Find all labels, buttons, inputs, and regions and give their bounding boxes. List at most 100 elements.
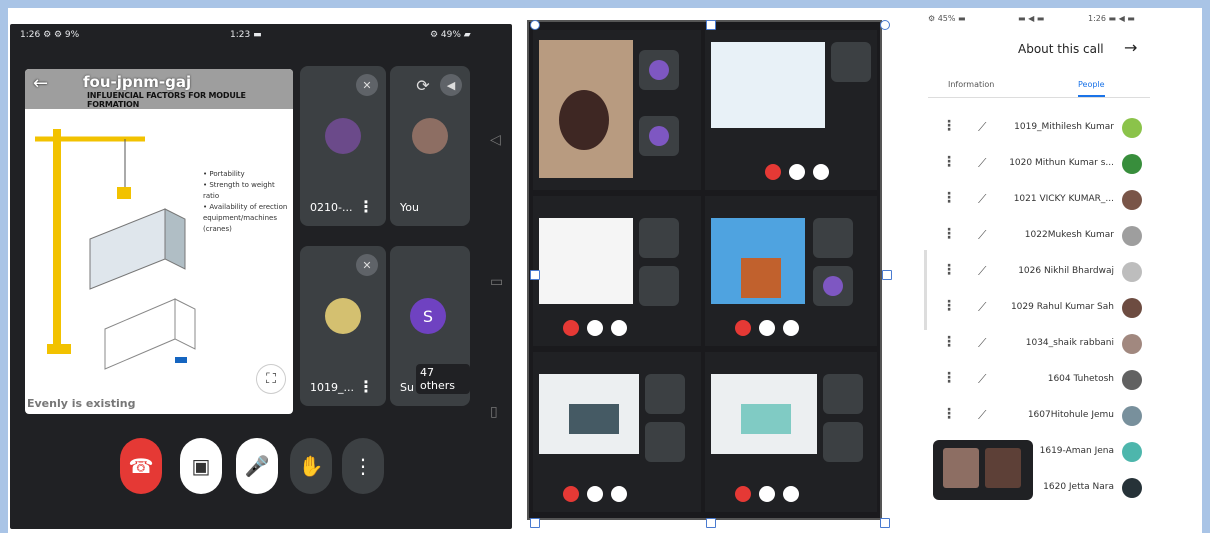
- mini-tile: [639, 50, 679, 90]
- more-options-icon[interactable]: ⋮: [358, 377, 374, 396]
- participant-row[interactable]: ⋮ ⟋ 1021 VICKY KUMAR_...: [928, 182, 1150, 218]
- nav-recent-icon[interactable]: ▯: [490, 404, 498, 420]
- mini-tile: [639, 218, 679, 258]
- participant-row[interactable]: ⋮ ⟋ 1019_Mithilesh Kumar: [928, 110, 1150, 146]
- more-options-icon[interactable]: ⋮: [942, 370, 956, 386]
- more-options-icon[interactable]: ⋮: [942, 226, 956, 242]
- participant-tile-you[interactable]: ⟳ ◀ You: [390, 66, 470, 226]
- presentation-slide[interactable]: ← fou-jpnm-gaj INFLUENCIAL FACTORS FOR M…: [25, 69, 293, 414]
- truck-graphic: [569, 404, 619, 434]
- participant-row[interactable]: ⋮ ⟋ 1034_shaik rabbani: [928, 326, 1150, 362]
- participant-row[interactable]: ⋮ ⟋ 1026 Nikhil Bhardwaj: [928, 254, 1150, 290]
- avatar: [1122, 478, 1142, 498]
- participant-name: 1029 Rahul Kumar Sah: [1010, 302, 1114, 312]
- avatar: [1122, 262, 1142, 282]
- more-options-icon[interactable]: ⋮: [358, 197, 374, 216]
- participant-name: 1034_shaik rabbani: [1025, 338, 1114, 348]
- resize-handle[interactable]: [530, 20, 540, 30]
- resize-handle[interactable]: [706, 518, 716, 528]
- slide-feed: [711, 374, 817, 454]
- resize-handle[interactable]: [880, 20, 890, 30]
- avatar: [1122, 190, 1142, 210]
- mic-off-icon: ✕: [356, 254, 378, 276]
- avatar: [1122, 406, 1142, 426]
- more-options-icon[interactable]: ⋮: [942, 334, 956, 350]
- resize-handle[interactable]: [530, 518, 540, 528]
- avatar: [1122, 370, 1142, 390]
- more-options-icon[interactable]: ⋮: [942, 298, 956, 314]
- nav-back-icon[interactable]: ◁: [490, 132, 501, 148]
- slide-bullets: • Portability • Strength to weight ratio…: [203, 169, 289, 235]
- participant-name: 1021 VICKY KUMAR_...: [1013, 194, 1114, 204]
- participant-row[interactable]: ⋮ ⟋ 1020 Mithun Kumar s...: [928, 146, 1150, 182]
- face: [559, 90, 609, 150]
- participant-tile[interactable]: ✕ 1019_... ⋮: [300, 246, 386, 406]
- more-options-icon[interactable]: ⋮: [942, 118, 956, 134]
- slide-bullet: (cranes): [203, 225, 232, 233]
- back-arrow-icon[interactable]: →: [1124, 38, 1137, 57]
- meet-cell: [533, 352, 701, 512]
- more-options-icon[interactable]: ⋮: [942, 154, 956, 170]
- participant-row[interactable]: ⋮ ⟋ 1604 Tuhetosh: [928, 362, 1150, 398]
- slide-bullet: • Strength to weight ratio: [203, 181, 275, 200]
- more-options-icon[interactable]: ⋮: [942, 406, 956, 422]
- slide-illustration: [25, 69, 293, 370]
- slide-feed: [539, 374, 639, 454]
- more-options-button[interactable]: ⋮: [342, 438, 384, 494]
- status-right: 1:26 ▬ ◀ ▬: [1088, 14, 1135, 23]
- camera-off-button[interactable]: ▣: [180, 438, 222, 494]
- avatar: S: [410, 298, 446, 334]
- participant-row[interactable]: ⋮ ⟋ 1029 Rahul Kumar Sah: [928, 290, 1150, 326]
- status-mid: ▬ ◀ ▬: [1018, 14, 1045, 23]
- participant-name: 1019_...: [310, 381, 354, 394]
- call-controls: [735, 320, 799, 336]
- more-options-icon[interactable]: ⋮: [942, 190, 956, 206]
- call-controls: [563, 320, 627, 336]
- meet-cell: [533, 30, 701, 190]
- fullscreen-icon[interactable]: ⛶: [257, 365, 285, 393]
- slide-title: INFLUENCIAL FACTORS FOR MODULE FORMATION: [87, 91, 246, 109]
- slide-bullet: • Availability of erection: [203, 203, 288, 211]
- speaker-icon[interactable]: ◀: [440, 74, 462, 96]
- participant-name: 0210-...: [310, 201, 353, 214]
- about-call-panel: ⚙ 45% ▬ ▬ ◀ ▬ 1:26 ▬ ◀ ▬ About this call…: [918, 10, 1158, 530]
- slide-graphic: [741, 258, 781, 298]
- status-bar-time: 1:23 ▬: [230, 30, 262, 40]
- mic-off-button[interactable]: 🎤: [236, 438, 278, 494]
- participant-tile-others[interactable]: S Su 47 others: [390, 246, 470, 406]
- end-call-button[interactable]: ☎: [120, 438, 162, 494]
- status-left: ⚙ 45% ▬: [928, 14, 966, 23]
- mini-tile: [823, 374, 863, 414]
- resize-handle[interactable]: [706, 20, 716, 30]
- resize-handle[interactable]: [882, 270, 892, 280]
- scrollbar[interactable]: [924, 250, 927, 330]
- mini-tile: [639, 266, 679, 306]
- participant-name: 1022Mukesh Kumar: [1024, 230, 1114, 240]
- back-arrow-icon[interactable]: ←: [33, 73, 48, 94]
- picture-in-picture[interactable]: [933, 440, 1033, 500]
- tab-people[interactable]: People: [1078, 80, 1105, 97]
- avatar: [1122, 226, 1142, 246]
- tab-information[interactable]: Information: [948, 80, 994, 89]
- more-options-icon[interactable]: ⋮: [942, 262, 956, 278]
- raise-hand-button[interactable]: ✋: [290, 438, 332, 494]
- participant-row[interactable]: ⋮ ⟋ 1607Hitohule Jemu: [928, 398, 1150, 434]
- meet-cell: [705, 30, 877, 190]
- participant-row[interactable]: ⋮ ⟋ 1022Mukesh Kumar: [928, 218, 1150, 254]
- participant-name: 1607Hitohule Jemu: [1027, 410, 1114, 420]
- nav-home-icon[interactable]: ▭: [490, 274, 503, 290]
- mini-tile: [645, 422, 685, 462]
- slide-feed: [711, 42, 825, 128]
- resize-handle[interactable]: [880, 518, 890, 528]
- participant-tile[interactable]: ✕ 0210-... ⋮: [300, 66, 386, 226]
- status-bar-left: 1:26 ⚙ ⚙ 9%: [20, 30, 80, 40]
- resize-handle[interactable]: [530, 270, 540, 280]
- rotate-icon[interactable]: ⟳: [412, 74, 434, 96]
- pip-video: [985, 448, 1021, 488]
- avatar: [325, 298, 361, 334]
- participant-name: 1026 Nikhil Bhardwaj: [1018, 266, 1114, 276]
- pip-video: [943, 448, 979, 488]
- slide-bullet: • Portability: [203, 170, 245, 178]
- slide-feed: [539, 218, 633, 304]
- mini-tile: [823, 422, 863, 462]
